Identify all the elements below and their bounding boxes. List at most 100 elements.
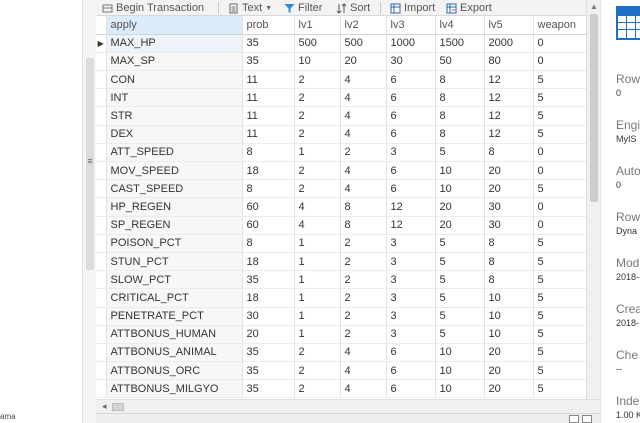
table-row[interactable]: STR 11 2 4 6 8 12 5	[96, 106, 586, 126]
cell-lv2[interactable]: 8	[340, 216, 387, 235]
row-indicator[interactable]	[96, 234, 107, 253]
column-header-lv4[interactable]: lv4	[435, 16, 485, 35]
cell-lv4[interactable]: 5	[435, 234, 485, 253]
cell-prob[interactable]: 8	[242, 234, 295, 253]
table-row[interactable]: MAX_SP 35 10 20 30 50 80 0	[96, 52, 586, 72]
cell-apply[interactable]: STR	[106, 106, 243, 126]
table-row[interactable]: INT 11 2 4 6 8 12 5	[96, 88, 586, 108]
cell-apply[interactable]: INT	[106, 88, 243, 108]
cell-lv3[interactable]: 3	[386, 288, 436, 308]
cell-prob[interactable]: 11	[242, 88, 295, 108]
row-indicator[interactable]	[96, 143, 107, 163]
cell-lv4[interactable]: 10	[435, 379, 485, 399]
cell-lv2[interactable]: 4	[340, 161, 387, 181]
cell-prob[interactable]: 11	[242, 70, 295, 90]
cell-lv1[interactable]: 2	[294, 70, 341, 90]
cell-lv1[interactable]: 500	[294, 34, 341, 53]
cell-lv5[interactable]: 30	[484, 216, 534, 235]
cell-lv4[interactable]: 5	[435, 252, 485, 272]
cell-lv1[interactable]: 2	[294, 125, 341, 144]
row-indicator[interactable]	[96, 216, 107, 235]
cell-lv5[interactable]: 12	[484, 125, 534, 144]
cell-lv3[interactable]: 30	[386, 52, 436, 72]
cell-lv1[interactable]: 1	[294, 143, 341, 163]
cell-apply[interactable]: ATTBONUS_HUMAN	[106, 325, 243, 344]
grid-horizontal-scrollbar[interactable]: ◂	[96, 399, 600, 413]
cell-lv2[interactable]: 4	[340, 70, 387, 90]
cell-weapon[interactable]: 0	[533, 216, 586, 235]
cell-lv2[interactable]: 4	[340, 361, 387, 381]
cell-lv5[interactable]: 12	[484, 88, 534, 108]
cell-prob[interactable]: 18	[242, 288, 295, 308]
cell-lv2[interactable]: 4	[340, 106, 387, 126]
cell-lv2[interactable]: 2	[340, 143, 387, 163]
cell-weapon[interactable]: 5	[533, 288, 586, 308]
cell-lv1[interactable]: 2	[294, 161, 341, 181]
cell-prob[interactable]: 35	[242, 270, 295, 290]
cell-lv3[interactable]: 6	[386, 343, 436, 363]
cell-lv3[interactable]: 3	[386, 143, 436, 163]
cell-lv3[interactable]: 6	[386, 161, 436, 181]
cell-weapon[interactable]: 5	[533, 125, 586, 144]
sort-button[interactable]: Sort	[336, 0, 370, 16]
cell-apply[interactable]: ATTBONUS_MILGYO	[106, 379, 243, 399]
filter-button[interactable]: Filter	[284, 0, 322, 16]
table-row[interactable]: DEX 11 2 4 6 8 12 5	[96, 125, 586, 144]
table-row[interactable]: SLOW_PCT 35 1 2 3 5 8 5	[96, 270, 586, 290]
cell-apply[interactable]: CON	[106, 70, 243, 90]
cell-lv1[interactable]: 1	[294, 325, 341, 344]
cell-lv2[interactable]: 4	[340, 125, 387, 144]
cell-lv3[interactable]: 3	[386, 270, 436, 290]
cell-lv1[interactable]: 1	[294, 234, 341, 253]
cell-lv5[interactable]: 8	[484, 234, 534, 253]
cell-apply[interactable]: MAX_HP	[106, 34, 243, 53]
cell-lv5[interactable]: 2000	[484, 34, 534, 53]
cell-lv4[interactable]: 5	[435, 288, 485, 308]
cell-lv2[interactable]: 2	[340, 252, 387, 272]
table-row[interactable]: HP_REGEN 60 4 8 12 20 30 0	[96, 197, 586, 217]
grid-vertical-scrollbar[interactable]: ▲	[586, 0, 600, 399]
cell-lv4[interactable]: 5	[435, 307, 485, 326]
cell-weapon[interactable]: 5	[533, 70, 586, 90]
cell-weapon[interactable]: 0	[533, 197, 586, 217]
cell-apply[interactable]: PENETRATE_PCT	[106, 307, 243, 326]
text-view-button[interactable]: Text ▼	[228, 0, 272, 16]
cell-lv4[interactable]: 8	[435, 88, 485, 108]
cell-prob[interactable]: 35	[242, 343, 295, 363]
row-indicator[interactable]	[96, 161, 107, 181]
table-row[interactable]: CAST_SPEED 8 2 4 6 10 20 5	[96, 179, 586, 199]
cell-lv5[interactable]: 20	[484, 379, 534, 399]
cell-lv2[interactable]: 500	[340, 34, 387, 53]
cell-lv5[interactable]: 12	[484, 70, 534, 90]
column-header-lv5[interactable]: lv5	[484, 16, 534, 35]
begin-transaction-button[interactable]: Begin Transaction	[102, 0, 204, 16]
cell-apply[interactable]: SP_REGEN	[106, 216, 243, 235]
cell-lv1[interactable]: 2	[294, 179, 341, 199]
cell-lv4[interactable]: 8	[435, 70, 485, 90]
cell-lv3[interactable]: 6	[386, 361, 436, 381]
cell-apply[interactable]: ATTBONUS_ANIMAL	[106, 343, 243, 363]
cell-lv3[interactable]: 3	[386, 307, 436, 326]
cell-lv5[interactable]: 12	[484, 106, 534, 126]
cell-lv2[interactable]: 2	[340, 234, 387, 253]
form-view-icon[interactable]	[582, 415, 592, 423]
cell-weapon[interactable]: 0	[533, 161, 586, 181]
table-row[interactable]: MOV_SPEED 18 2 4 6 10 20 0	[96, 161, 586, 181]
cell-weapon[interactable]: 5	[533, 252, 586, 272]
cell-lv5[interactable]: 10	[484, 288, 534, 308]
cell-lv5[interactable]: 80	[484, 52, 534, 72]
cell-prob[interactable]: 11	[242, 106, 295, 126]
cell-lv5[interactable]: 8	[484, 252, 534, 272]
cell-lv3[interactable]: 6	[386, 70, 436, 90]
cell-lv4[interactable]: 10	[435, 179, 485, 199]
splitter-grip-icon[interactable]: ≡	[85, 156, 95, 166]
cell-prob[interactable]: 35	[242, 361, 295, 381]
cell-lv5[interactable]: 20	[484, 361, 534, 381]
row-indicator[interactable]	[96, 343, 107, 363]
cell-lv4[interactable]: 10	[435, 343, 485, 363]
cell-lv2[interactable]: 20	[340, 52, 387, 72]
cell-lv1[interactable]: 2	[294, 361, 341, 381]
cell-lv3[interactable]: 6	[386, 125, 436, 144]
cell-prob[interactable]: 20	[242, 325, 295, 344]
cell-lv4[interactable]: 5	[435, 325, 485, 344]
